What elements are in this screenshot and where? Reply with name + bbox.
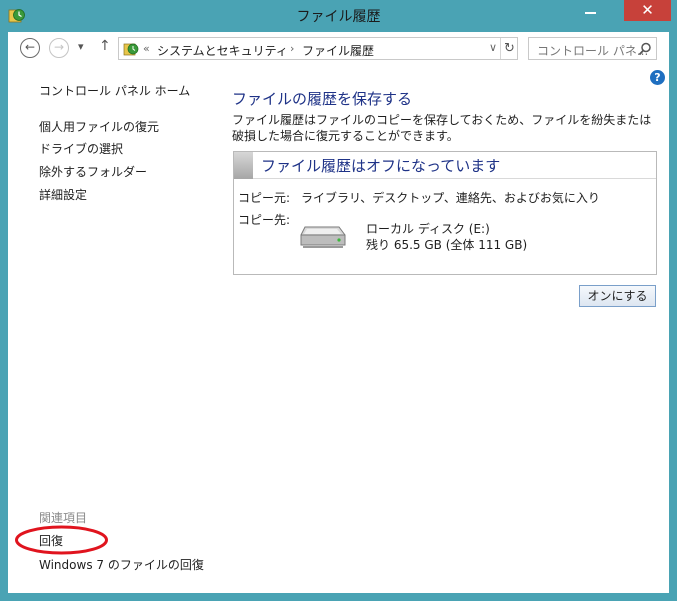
address-bar[interactable]: « システムとセキュリティ › ファイル履歴 ∨ ↻ [118,37,518,60]
related-items-header: 関連項目 [39,511,88,525]
sidebar-item-recovery[interactable]: 回復 [39,532,63,549]
page-description: ファイル履歴はファイルのコピーを保存しておくため、ファイルを紛失または破損した場… [232,113,652,143]
sidebar-item-restore-files[interactable]: 個人用ファイルの復元 [39,118,159,135]
status-header: ファイル履歴はオフになっています [234,152,656,179]
search-input[interactable]: コントロール パネ... [528,37,657,60]
control-panel-icon [123,43,139,56]
search-placeholder: コントロール パネ... [537,44,649,58]
breadcrumb-system-security[interactable]: システムとセキュリティ [157,42,288,59]
status-indicator [234,152,253,179]
sidebar-control-panel-home[interactable]: コントロール パネル ホーム [39,82,190,99]
minimize-button[interactable] [576,0,606,22]
hard-drive-icon [300,226,346,248]
drive-name: ローカル ディスク (E:) [366,222,490,236]
close-button[interactable]: ✕ [624,0,671,21]
forward-button[interactable]: → [49,38,69,58]
refresh-button[interactable]: ↻ [500,38,518,59]
title-bar: ファイル履歴 ✕ [0,0,677,32]
sidebar-item-select-drive[interactable]: ドライブの選択 [39,140,123,157]
sidebar-item-exclude-folders[interactable]: 除外するフォルダー [39,163,147,180]
breadcrumb-file-history[interactable]: ファイル履歴 [302,42,374,59]
recent-pages-dropdown[interactable]: ▾ [78,40,84,53]
window-client-area: ← → ▾ ↑ « システムとセキュリティ › ファイル履歴 ∨ ↻ コントロー… [8,32,669,593]
help-icon[interactable]: ? [650,70,665,85]
copy-destination-label: コピー先: [238,213,291,227]
up-button[interactable]: ↑ [99,38,111,54]
status-title: ファイル履歴はオフになっています [261,157,501,175]
drive-free-space: 残り 65.5 GB (全体 111 GB) [366,238,528,252]
status-panel: ファイル履歴はオフになっています コピー元: ライブラリ、デスクトップ、連絡先、… [233,151,657,275]
back-button[interactable]: ← [20,38,40,58]
address-overflow-icon[interactable]: « [143,42,150,55]
navigation-bar: ← → ▾ ↑ « システムとセキュリティ › ファイル履歴 ∨ ↻ コントロー… [8,32,669,64]
copy-source-value: ライブラリ、デスクトップ、連絡先、およびお気に入り [301,191,600,205]
copy-source-label: コピー元: [238,191,291,205]
turn-on-button[interactable]: オンにする [579,285,656,307]
page-title: ファイルの履歴を保存する [232,90,413,108]
sidebar-item-advanced-settings[interactable]: 詳細設定 [39,186,87,203]
address-dropdown-icon[interactable]: ∨ [489,41,497,54]
search-icon[interactable] [637,41,653,57]
breadcrumb-separator-icon[interactable]: › [290,42,294,55]
sidebar-item-windows7-file-recovery[interactable]: Windows 7 のファイルの回復 [39,556,204,573]
